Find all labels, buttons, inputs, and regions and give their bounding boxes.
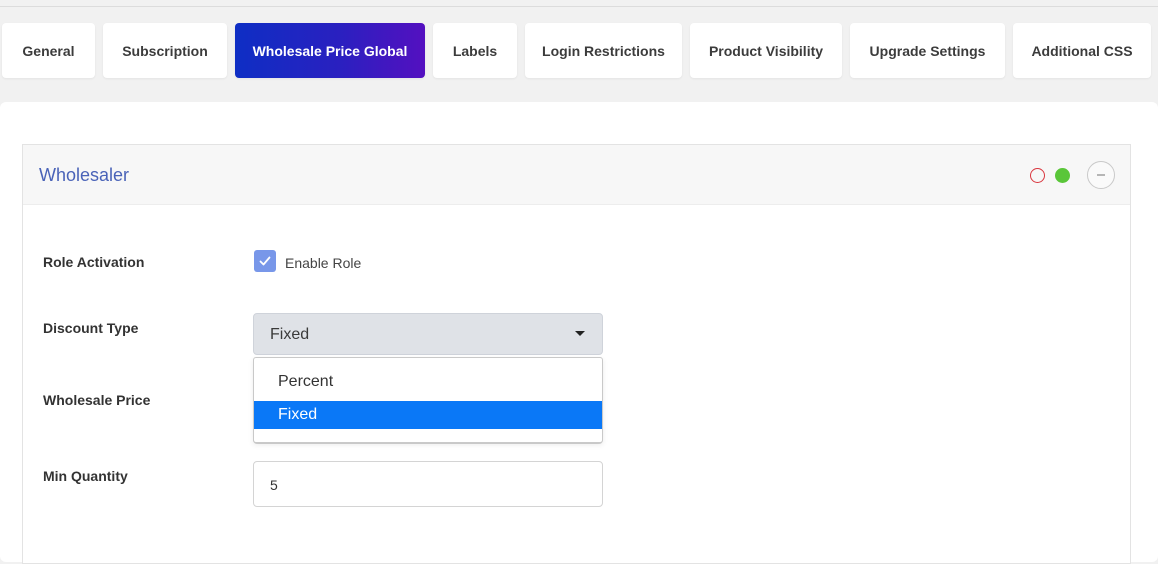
tab-login-restrictions[interactable]: Login Restrictions — [525, 23, 682, 78]
tab-additional-css[interactable]: Additional CSS — [1013, 23, 1151, 78]
min-quantity-label: Min Quantity — [43, 468, 128, 484]
panel-title: Wholesaler — [39, 165, 130, 185]
min-quantity-input[interactable]: 5 — [253, 461, 603, 507]
caret-down-icon — [575, 331, 585, 336]
tab-wholesale-price-global[interactable]: Wholesale Price Global — [235, 23, 425, 78]
settings-tabs: General Subscription Wholesale Price Glo… — [0, 23, 1158, 78]
top-divider — [0, 6, 1158, 7]
discount-type-dropdown: Percent Fixed — [253, 357, 603, 443]
option-fixed[interactable]: Fixed — [254, 401, 602, 429]
tab-product-visibility[interactable]: Product Visibility — [690, 23, 842, 78]
role-activation-label: Role Activation — [43, 254, 145, 270]
wholesale-price-label: Wholesale Price — [43, 392, 151, 408]
discount-type-label: Discount Type — [43, 320, 139, 336]
discount-type-value: Fixed — [270, 326, 310, 343]
option-percent[interactable]: Percent — [254, 368, 602, 396]
panel-header: Wholesaler — [23, 145, 1130, 205]
enable-role-label[interactable]: Enable Role — [285, 255, 361, 271]
enable-role-checkbox[interactable] — [254, 250, 276, 272]
checkmark-icon — [259, 256, 271, 266]
tab-general[interactable]: General — [2, 23, 95, 78]
discount-type-select[interactable]: Fixed — [253, 313, 603, 355]
tab-labels[interactable]: Labels — [433, 23, 517, 78]
status-green-dot-icon[interactable] — [1055, 168, 1070, 183]
tab-upgrade-settings[interactable]: Upgrade Settings — [850, 23, 1005, 78]
collapse-minus-icon[interactable] — [1087, 161, 1115, 189]
tab-subscription[interactable]: Subscription — [103, 23, 227, 78]
status-red-outline-icon[interactable] — [1030, 168, 1045, 183]
min-quantity-value: 5 — [270, 477, 278, 493]
